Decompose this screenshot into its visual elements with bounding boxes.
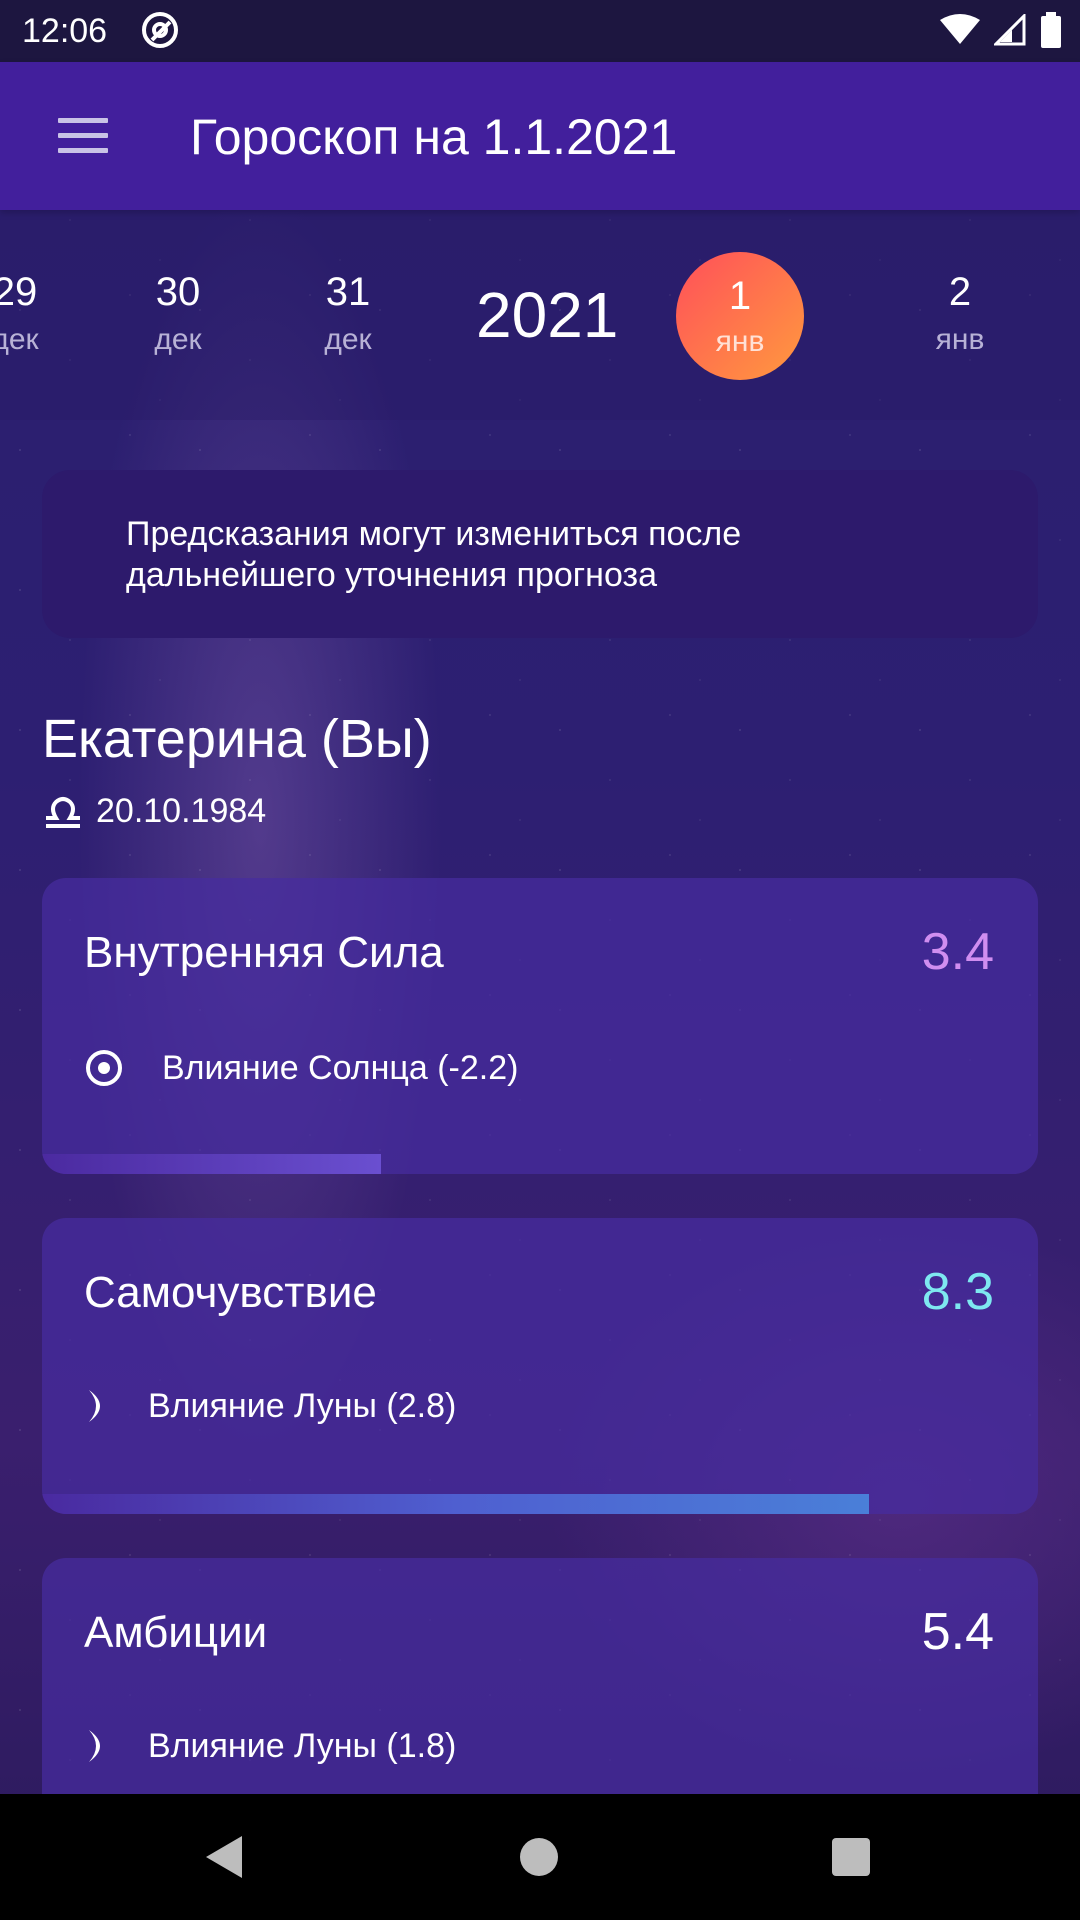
person-name: Екатерина (Вы)	[42, 709, 432, 769]
app-bar: Гороскоп на 1.1.2021	[0, 62, 1080, 210]
card-score: 5.4	[921, 1603, 994, 1661]
card-title: Самочувствие	[84, 1268, 377, 1317]
at-sign-icon	[142, 12, 178, 48]
moon-icon	[84, 1386, 112, 1426]
influence-text: Влияние Луны (2.8)	[148, 1386, 457, 1425]
card-score: 8.3	[921, 1263, 994, 1321]
date-item-30[interactable]: 30 дек	[113, 270, 243, 357]
home-icon[interactable]	[520, 1838, 558, 1876]
horoscope-card-wellbeing[interactable]: Самочувствие 8.3 Влияние Луны (2.8)	[42, 1218, 1038, 1514]
influence-row: Влияние Луны (2.8)	[84, 1386, 456, 1426]
status-time: 12:06	[22, 12, 108, 50]
wifi-icon	[940, 14, 980, 44]
date-day: 2	[948, 270, 972, 314]
card-title: Амбиции	[84, 1608, 268, 1657]
date-month: янв	[935, 323, 985, 356]
year-label: 2021	[476, 279, 619, 351]
recents-icon[interactable]	[832, 1838, 870, 1876]
sun-icon	[84, 1048, 124, 1088]
page-title: Гороскоп на 1.1.2021	[190, 109, 678, 165]
date-item-selected[interactable]: 1 янв	[676, 252, 804, 380]
score-progress-bar	[42, 1494, 869, 1514]
birth-date: 20.10.1984	[96, 792, 267, 830]
back-icon[interactable]	[204, 1834, 244, 1880]
card-score: 3.4	[921, 923, 994, 981]
date-day: 31	[325, 270, 371, 314]
date-item-29[interactable]: 29 дек	[0, 270, 80, 357]
hamburger-menu-icon[interactable]	[58, 118, 108, 156]
date-day: 1	[728, 274, 752, 318]
moon-icon	[84, 1726, 112, 1766]
signal-icon	[994, 14, 1026, 46]
date-month: дек	[154, 323, 202, 356]
status-bar: 12:06	[0, 0, 1080, 62]
date-month: дек	[324, 323, 372, 356]
horoscope-card-inner-strength[interactable]: Внутренняя Сила 3.4 Влияние Солнца (-2.2…	[42, 878, 1038, 1174]
libra-icon	[46, 796, 80, 828]
influence-text: Влияние Солнца (-2.2)	[162, 1048, 519, 1087]
person-birth-row: 20.10.1984	[42, 792, 266, 831]
influence-row: Влияние Луны (1.8)	[84, 1726, 456, 1766]
influence-text: Влияние Луны (1.8)	[148, 1726, 457, 1765]
date-item-31[interactable]: 31 дек	[283, 270, 413, 357]
influence-row: Влияние Солнца (-2.2)	[84, 1048, 518, 1088]
score-progress-bar	[42, 1154, 381, 1174]
date-day: 30	[155, 270, 201, 314]
date-day: 29	[0, 270, 38, 314]
date-month: янв	[715, 325, 765, 358]
date-strip[interactable]: 29 дек 30 дек 31 дек 2021 1 янв 2 янв	[0, 210, 1080, 420]
date-month: дек	[0, 323, 39, 356]
system-nav-bar	[0, 1794, 1080, 1920]
forecast-notice: Предсказания могут измениться после даль…	[42, 470, 1038, 638]
date-item-2[interactable]: 2 янв	[895, 270, 1025, 357]
battery-icon	[1041, 12, 1061, 48]
card-title: Внутренняя Сила	[84, 928, 444, 977]
notice-text: Предсказания могут измениться после даль…	[126, 515, 742, 594]
